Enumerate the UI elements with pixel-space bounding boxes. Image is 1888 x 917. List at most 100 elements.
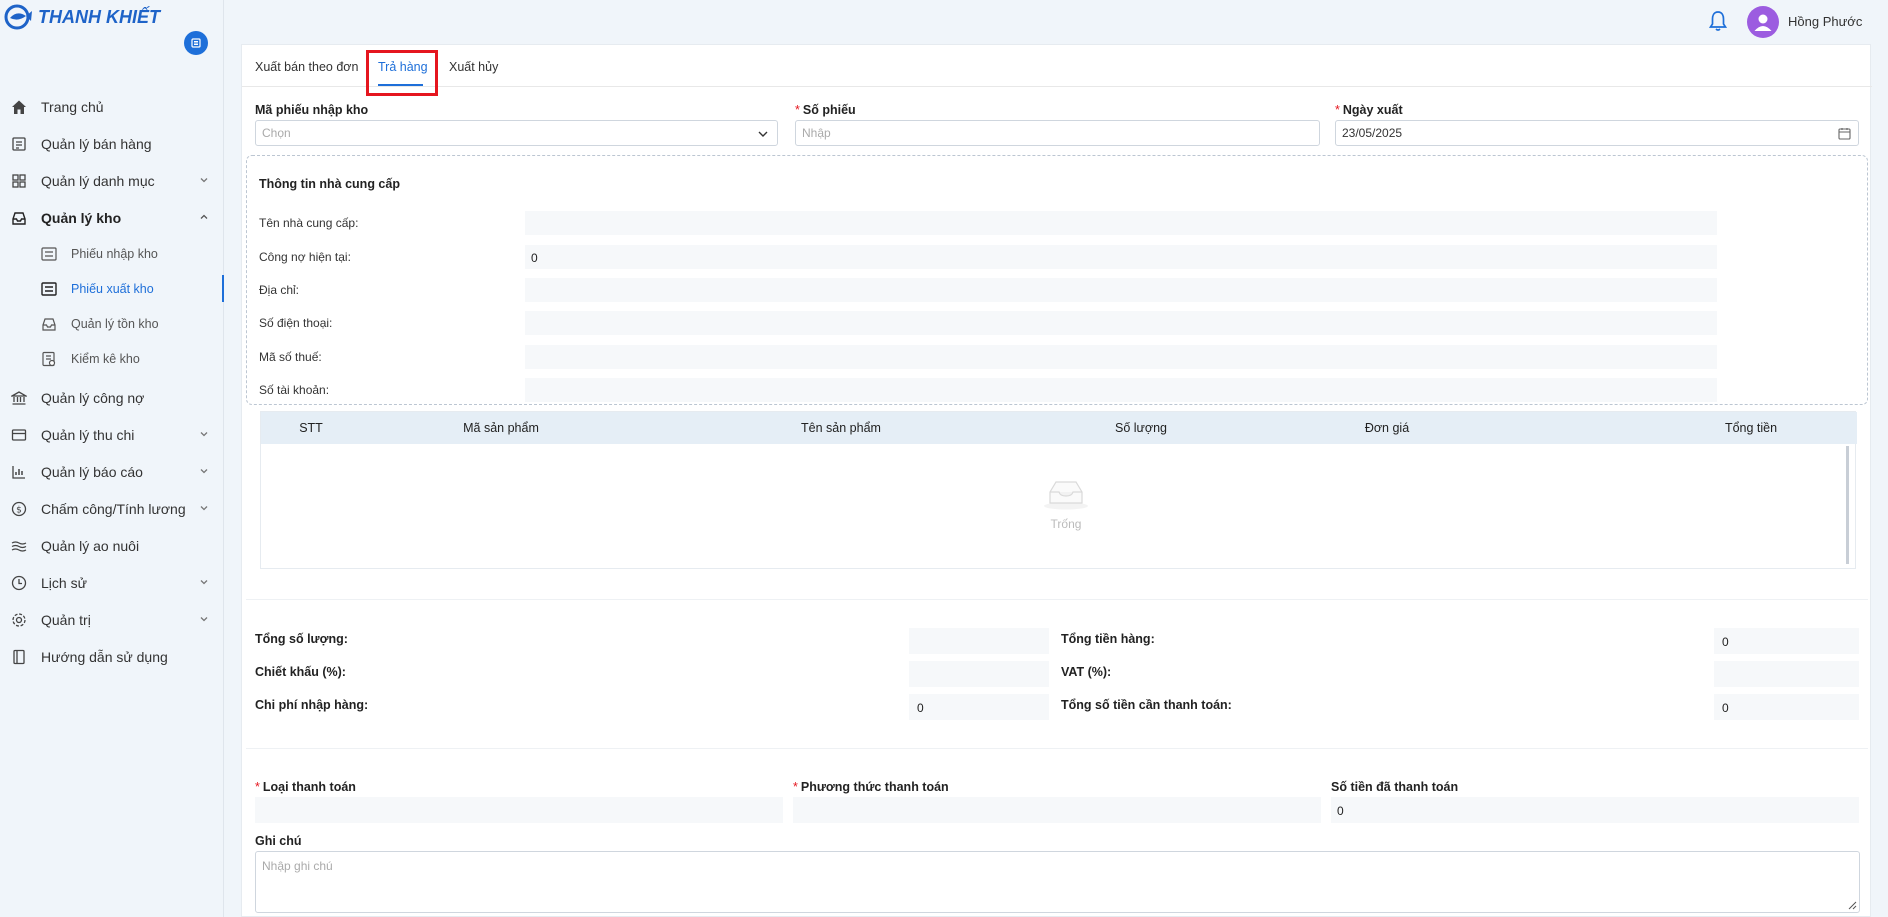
sidebar-subitem-label: Phiếu xuất kho — [71, 281, 154, 296]
sidebar-item-cashflow[interactable]: Quản lý thu chi — [0, 416, 224, 453]
divider — [246, 599, 1868, 600]
sidebar-item-label: Quản lý bán hàng — [41, 135, 152, 152]
dollar-icon: $ — [10, 500, 28, 518]
chevron-down-icon — [200, 178, 208, 183]
sidebar-subitem-stocktake[interactable]: Kiểm kê kho — [0, 341, 224, 376]
column-header: Số lượng — [1114, 421, 1167, 435]
date-label: * Ngày xuất — [1335, 103, 1403, 117]
number-input[interactable]: Nhập — [795, 120, 1320, 146]
bell-icon[interactable] — [1708, 10, 1728, 32]
tab-disposal[interactable]: Xuất hủy — [449, 60, 498, 74]
brand-name: THANH KHIẾT — [38, 6, 160, 27]
sidebar-item-guide[interactable]: Hướng dẫn sử dụng — [0, 638, 224, 675]
total-payable-value: 0 — [1714, 694, 1859, 720]
sidebar-item-payroll[interactable]: $ Chấm công/Tính lương — [0, 490, 224, 527]
tab-bar: Xuất bán theo đơn Trả hàng Xuất hủy — [242, 45, 1872, 87]
user-icon — [1754, 14, 1772, 31]
total-payable-label: Tổng số tiền cần thanh toán: — [1061, 698, 1232, 712]
discount-label: Chiết khấu (%): — [255, 665, 346, 679]
divider — [246, 748, 1868, 749]
payment-method-select[interactable] — [793, 797, 1321, 823]
sidebar-item-label: Quản lý thu chi — [41, 426, 135, 443]
chevron-down-icon — [200, 617, 208, 622]
receipt-select[interactable]: Chọn — [255, 120, 778, 146]
sidebar-subitem-inventory[interactable]: Quản lý tồn kho — [0, 306, 224, 341]
checklist-icon — [41, 351, 57, 367]
resize-handle-icon[interactable] — [1847, 900, 1857, 910]
sidebar-nav: Trang chủ Quản lý bán hàng Quản lý danh … — [0, 88, 224, 675]
column-header: STT — [299, 421, 323, 435]
number-placeholder: Nhập — [802, 126, 831, 140]
brand-logo[interactable]: THANH KHIẾT — [4, 4, 160, 30]
sidebar-item-label: Quản lý ao nuôi — [41, 537, 140, 554]
avatar[interactable] — [1747, 6, 1779, 38]
number-label: * Số phiếu — [795, 103, 856, 117]
sidebar-item-admin[interactable]: Quản trị — [0, 601, 224, 638]
supplier-phone-value — [525, 311, 1717, 335]
username[interactable]: Hồng Phước — [1788, 14, 1862, 29]
sidebar-subitem-export[interactable]: Phiếu xuất kho — [0, 271, 224, 306]
table-header: STT Mã sản phẩm Tên sản phẩm Số lượng Đơ… — [261, 412, 1857, 444]
column-header: Tổng tiền — [1724, 421, 1778, 435]
sidebar-item-label: Chấm công/Tính lương — [41, 500, 186, 517]
receipt-icon — [10, 135, 28, 153]
required-mark: * — [255, 780, 260, 794]
required-mark: * — [1335, 103, 1340, 117]
sidebar-item-ponds[interactable]: Quản lý ao nuôi — [0, 527, 224, 564]
supplier-row: Mã số thuế: — [259, 345, 1717, 369]
sidebar-item-label: Quản lý báo cáo — [41, 463, 143, 480]
supplier-account-label: Số tài khoản: — [259, 383, 330, 397]
chevron-down-icon — [200, 469, 208, 474]
sidebar-item-sales[interactable]: Quản lý bán hàng — [0, 125, 224, 162]
paid-amount-input[interactable]: 0 — [1331, 797, 1859, 823]
empty-state: Trống — [1026, 476, 1106, 531]
table-scrollbar[interactable] — [1846, 446, 1849, 564]
empty-inbox-icon — [1044, 481, 1088, 510]
top-bar — [225, 0, 1888, 44]
supplier-row: Tên nhà cung cấp: — [259, 211, 1717, 235]
payment-method-label: * Phương thức thanh toán — [793, 780, 949, 794]
column-header: Mã sản phẩm — [463, 421, 539, 435]
gear-icon — [10, 611, 28, 629]
payment-type-select[interactable] — [255, 797, 783, 823]
import-icon — [41, 246, 57, 262]
grid-icon — [10, 172, 28, 190]
inbox-icon — [41, 316, 57, 332]
sidebar-item-warehouse[interactable]: Quản lý kho — [0, 199, 224, 236]
sidebar-item-debt[interactable]: Quản lý công nợ — [0, 379, 224, 416]
wallet-icon — [10, 426, 28, 444]
sidebar-item-label: Trang chủ — [41, 98, 104, 115]
required-mark: * — [793, 780, 798, 794]
supplier-debt-label: Công nợ hiện tại: — [259, 250, 351, 264]
tab-highlight-box — [366, 50, 438, 96]
chevron-up-icon — [200, 214, 208, 219]
sidebar-item-home[interactable]: Trang chủ — [0, 88, 224, 125]
date-picker[interactable]: 23/05/2025 — [1335, 120, 1859, 146]
sidebar-subitem-import[interactable]: Phiếu nhập kho — [0, 236, 224, 271]
date-value: 23/05/2025 — [1342, 126, 1403, 140]
sidebar-item-history[interactable]: Lịch sử — [0, 564, 224, 601]
svg-text:$: $ — [16, 505, 22, 515]
collapse-sidebar-button[interactable] — [184, 31, 208, 55]
sidebar-item-label: Quản lý danh mục — [41, 172, 155, 189]
supplier-tax-label: Mã số thuế: — [259, 350, 322, 364]
note-textarea[interactable]: Nhập ghi chú — [255, 851, 1860, 913]
total-qty-value — [909, 628, 1049, 654]
column-header: Đơn giá — [1364, 421, 1410, 435]
column-header: Tên sản phẩm — [801, 421, 881, 435]
paid-amount-label: Số tiền đã thanh toán — [1331, 780, 1459, 794]
chevron-down-icon — [200, 432, 208, 437]
main-content: Xuất bán theo đơn Trả hàng Xuất hủy Mã p… — [241, 44, 1872, 917]
bar-chart-icon — [10, 463, 28, 481]
receipt-placeholder: Chọn — [262, 126, 291, 140]
supplier-row: Số điện thoại: — [259, 311, 1717, 335]
sidebar-item-reports[interactable]: Quản lý báo cáo — [0, 453, 224, 490]
chevron-down-icon — [200, 506, 208, 511]
supplier-debt-value: 0 — [525, 245, 1717, 269]
chevron-down-icon — [200, 580, 208, 585]
supplier-row: Công nợ hiện tại: 0 — [259, 245, 1717, 269]
menu-icon — [191, 38, 201, 48]
vat-label: VAT (%): — [1061, 665, 1112, 679]
sidebar-item-catalog[interactable]: Quản lý danh mục — [0, 162, 224, 199]
tab-sell-by-order[interactable]: Xuất bán theo đơn — [255, 60, 358, 74]
